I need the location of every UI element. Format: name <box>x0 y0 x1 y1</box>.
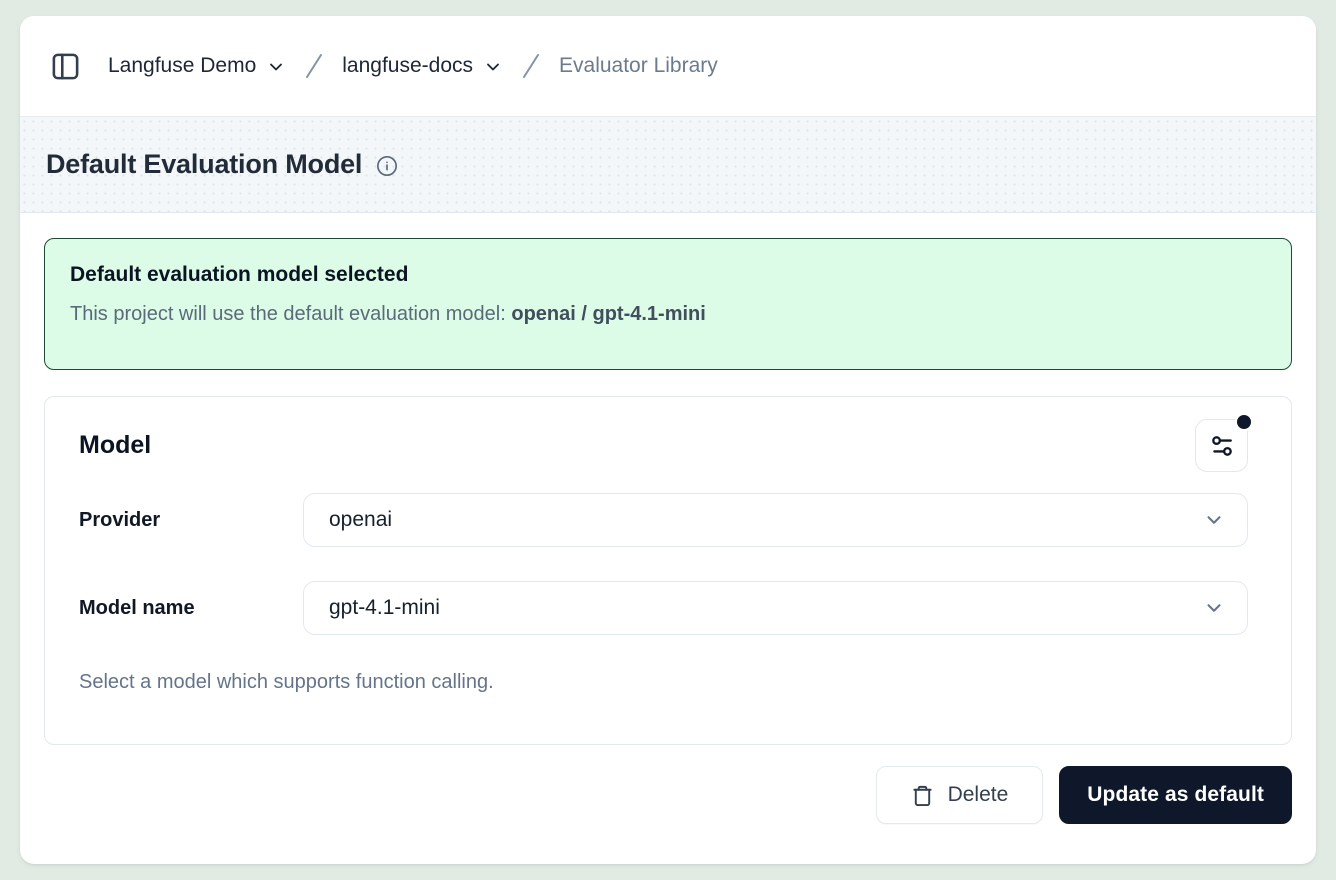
org-name: Langfuse Demo <box>108 54 256 78</box>
breadcrumb-current-page: Evaluator Library <box>559 54 718 78</box>
breadcrumb: Langfuse Demo langfuse-docs Evaluator Li… <box>108 51 718 81</box>
model-card-header: Model <box>79 419 1248 472</box>
update-as-default-button[interactable]: Update as default <box>1059 766 1292 824</box>
sliders-icon <box>1209 433 1235 459</box>
chevron-down-icon <box>1203 509 1225 531</box>
model-help-text: Select a model which supports function c… <box>79 671 1248 694</box>
alert-body-text: This project will use the default evalua… <box>70 303 511 325</box>
slash-icon <box>302 51 326 81</box>
alert-title: Default evaluation model selected <box>70 263 1266 287</box>
delete-button[interactable]: Delete <box>876 766 1044 824</box>
sidebar-toggle-button[interactable] <box>48 49 82 83</box>
model-card: Model Provider openai Model <box>44 396 1292 745</box>
chevron-down-icon <box>483 57 503 77</box>
page-header: Default Evaluation Model <box>20 117 1316 213</box>
model-advanced-settings-button[interactable] <box>1195 419 1248 472</box>
model-name-selected-value: gpt-4.1-mini <box>329 596 440 620</box>
provider-selected-value: openai <box>329 508 392 532</box>
breadcrumb-project-selector[interactable]: langfuse-docs <box>342 54 503 78</box>
main-content: Default evaluation model selected This p… <box>20 213 1316 824</box>
delete-button-label: Delete <box>948 783 1009 807</box>
trash-icon <box>911 784 934 807</box>
model-name-row: Model name gpt-4.1-mini <box>79 581 1248 635</box>
chevron-down-icon <box>1203 597 1225 619</box>
default-model-alert: Default evaluation model selected This p… <box>44 238 1292 370</box>
info-icon[interactable] <box>376 155 398 177</box>
provider-select[interactable]: openai <box>303 493 1248 547</box>
provider-label: Provider <box>79 509 303 532</box>
breadcrumb-org-selector[interactable]: Langfuse Demo <box>108 54 286 78</box>
panel-left-icon <box>50 51 81 82</box>
update-button-label: Update as default <box>1087 783 1264 807</box>
alert-model-value: openai / gpt-4.1-mini <box>511 303 705 325</box>
model-name-label: Model name <box>79 597 303 620</box>
page-title: Default Evaluation Model <box>46 149 362 180</box>
action-bar: Delete Update as default <box>44 766 1292 824</box>
model-card-title: Model <box>79 431 151 460</box>
breadcrumb-bar: Langfuse Demo langfuse-docs Evaluator Li… <box>20 16 1316 117</box>
chevron-down-icon <box>266 57 286 77</box>
alert-body: This project will use the default evalua… <box>70 303 1266 326</box>
project-name: langfuse-docs <box>342 54 473 78</box>
slash-icon <box>519 51 543 81</box>
app-window: Langfuse Demo langfuse-docs Evaluator Li… <box>20 16 1316 864</box>
provider-row: Provider openai <box>79 493 1248 547</box>
notification-dot <box>1235 413 1253 431</box>
model-name-select[interactable]: gpt-4.1-mini <box>303 581 1248 635</box>
